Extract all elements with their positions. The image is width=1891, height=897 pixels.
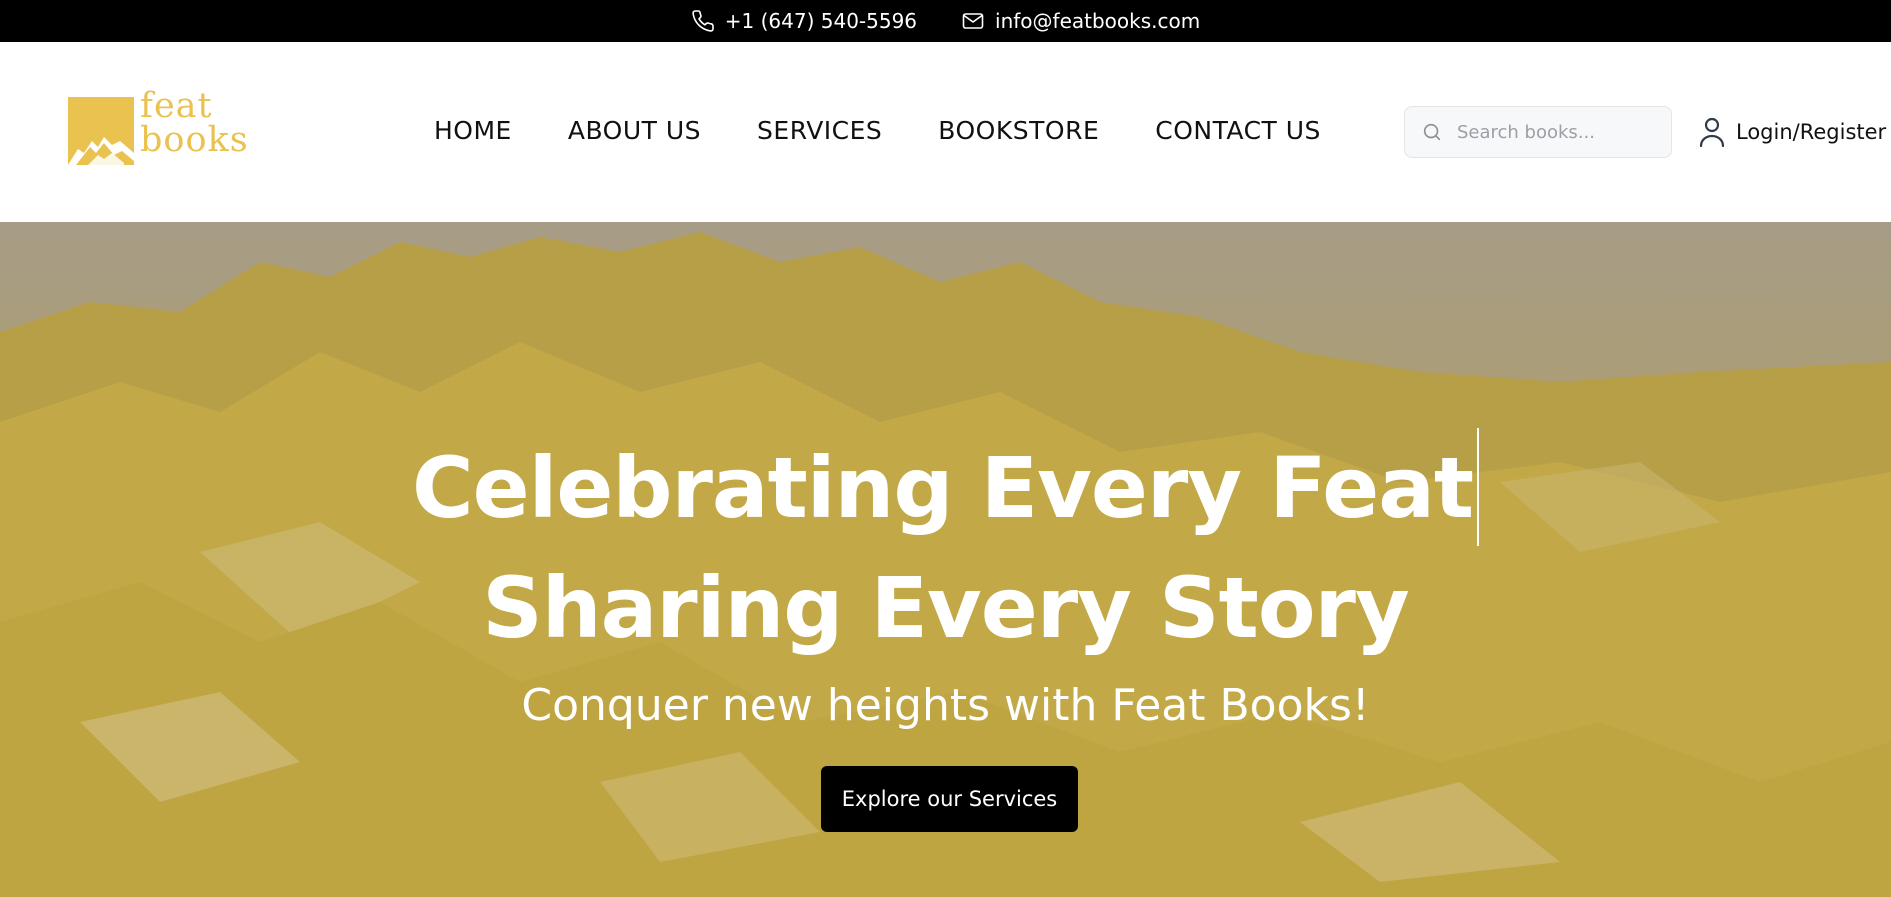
mountain-logo-icon — [68, 97, 134, 165]
nav-home[interactable]: HOME — [434, 116, 512, 145]
hero-subheadline: Conquer new heights with Feat Books! — [521, 680, 1370, 731]
hero-content: Celebrating Every Feat Sharing Every Sto… — [0, 222, 1891, 897]
logo-text-feat: feat — [140, 86, 213, 126]
mail-icon — [962, 13, 984, 29]
contact-bar: +1 (647) 540-5596 info@featbooks.com — [0, 0, 1891, 42]
search-box — [1404, 106, 1672, 158]
phone-contact[interactable]: +1 (647) 540-5596 — [691, 9, 917, 33]
nav-about-us[interactable]: ABOUT US — [568, 116, 701, 145]
phone-number: +1 (647) 540-5596 — [724, 9, 918, 33]
hero-headline-line2: Sharing Every Story — [482, 559, 1409, 657]
hero-headline-line1: Celebrating Every Feat — [0, 428, 1891, 546]
search-icon — [1423, 123, 1441, 141]
search-input[interactable] — [1457, 121, 1657, 143]
main-navigation: HOME ABOUT US SERVICES BOOKSTORE CONTACT… — [434, 116, 1321, 145]
site-header: feat books HOME ABOUT US SERVICES BOOKST… — [0, 42, 1891, 222]
login-register-label: Login/Register — [1736, 120, 1887, 144]
user-icon — [1699, 117, 1725, 148]
nav-bookstore[interactable]: BOOKSTORE — [938, 116, 1099, 145]
login-register-link[interactable]: Login/Register — [1698, 116, 1886, 148]
feat-books-logo[interactable]: feat books — [68, 89, 258, 169]
logo-text-books: books — [140, 120, 249, 160]
email-contact[interactable]: info@featbooks.com — [961, 9, 1200, 33]
hero-headline-line1-text: Celebrating Every Feat — [411, 438, 1474, 537]
explore-services-button[interactable]: Explore our Services — [821, 766, 1078, 832]
nav-contact-us[interactable]: CONTACT US — [1155, 116, 1321, 145]
phone-icon — [692, 10, 714, 32]
logo-wordmark: feat books — [140, 86, 249, 160]
email-address: info@featbooks.com — [995, 9, 1201, 33]
nav-services[interactable]: SERVICES — [757, 116, 882, 145]
hero-section: Celebrating Every Feat Sharing Every Sto… — [0, 222, 1891, 897]
typing-caret — [1477, 428, 1480, 546]
